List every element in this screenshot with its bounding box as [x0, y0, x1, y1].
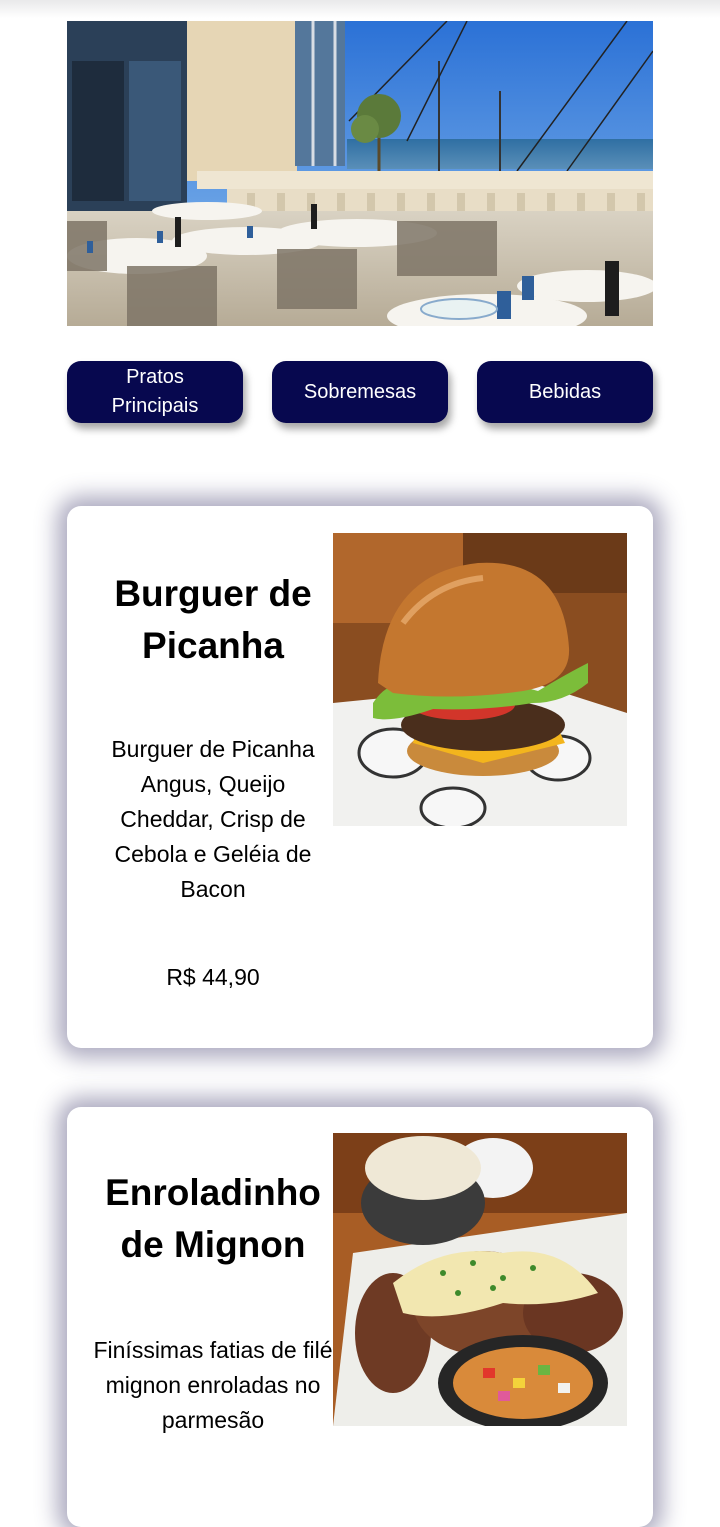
card-text-block: Enroladinho de Mignon	[92, 1167, 334, 1271]
menu-item-card[interactable]: Enroladinho de Mignon Finíssimas fatias …	[67, 1107, 653, 1527]
burger-photo	[333, 533, 627, 826]
item-title: Burguer de Picanha	[114, 573, 312, 666]
item-description: Burguer de Picanha Angus, Queijo Cheddar…	[111, 736, 315, 902]
card-desc-block: Burguer de Picanha Angus, Queijo Cheddar…	[92, 732, 334, 907]
card-desc-block: Finíssimas fatias de filé mignon enrolad…	[89, 1333, 337, 1438]
item-title: Enroladinho de Mignon	[105, 1172, 321, 1265]
tab-pratos-principais[interactable]: Pratos Principais	[67, 361, 243, 423]
tab-label: Bebidas	[528, 380, 602, 403]
tab-label: Pratos Principais	[111, 366, 199, 417]
menu-item-card[interactable]: Burguer de Picanha Burguer de Picanha An…	[67, 506, 653, 1048]
category-tabs: Pratos Principais Sobremesas Bebidas	[67, 361, 653, 423]
card-text-block: Burguer de Picanha	[92, 568, 334, 672]
mignon-photo	[333, 1133, 627, 1426]
tab-label: Sobremesas	[303, 380, 417, 403]
item-description: Finíssimas fatias de filé mignon enrolad…	[93, 1337, 333, 1433]
tab-bebidas[interactable]: Bebidas	[477, 361, 653, 423]
card-price-block: R$ 44,90	[92, 960, 334, 995]
tab-sobremesas[interactable]: Sobremesas	[272, 361, 448, 423]
item-price: R$ 44,90	[166, 964, 260, 990]
restaurant-hero-image	[67, 21, 653, 326]
browser-top-edge	[0, 0, 720, 18]
